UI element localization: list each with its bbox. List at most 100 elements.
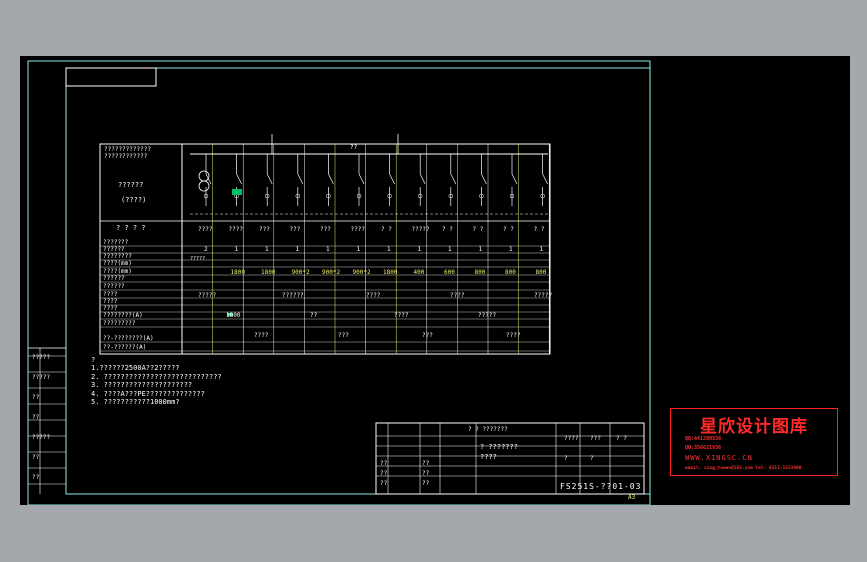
column-code: ? ? bbox=[442, 226, 453, 233]
column-dimension: 600 bbox=[444, 269, 455, 276]
table-cell: ????? bbox=[534, 292, 553, 299]
column-code: ??? bbox=[289, 226, 301, 233]
column-quantity: 1 bbox=[417, 246, 422, 253]
switch-symbol bbox=[481, 173, 487, 185]
bus-label: ?? bbox=[350, 144, 358, 151]
note-line: 1.??????2500A??2????? bbox=[91, 364, 180, 373]
table-cell: ????? bbox=[478, 312, 497, 319]
margin-label: ????? bbox=[32, 434, 51, 441]
table-cell: ???? bbox=[394, 312, 409, 319]
panel-header-line2: ???????????? bbox=[104, 153, 148, 160]
table-row-label: ????(mm) bbox=[103, 260, 132, 267]
design-notes: ? 1.??????2500A??2????? 2. ?????????????… bbox=[91, 356, 222, 406]
table-row-label: ?????? bbox=[103, 246, 125, 253]
panel-name2: (????) bbox=[121, 196, 147, 204]
title-block-field: ? bbox=[590, 455, 594, 462]
column-dimension: 1800 bbox=[261, 269, 276, 276]
switch-symbol bbox=[511, 173, 518, 185]
table-row-label: ?????? bbox=[103, 275, 125, 282]
title-block-field: ? ? bbox=[616, 435, 627, 442]
stamp-email: email: xing_tuwen@163.com tel: 0311-1523… bbox=[685, 466, 802, 471]
column-dimension: 800 bbox=[474, 269, 486, 276]
switch-symbol bbox=[297, 173, 304, 185]
switch-symbol bbox=[236, 173, 242, 185]
column-dimension: 900*2 bbox=[291, 269, 310, 276]
table-cell: ?? bbox=[310, 312, 318, 319]
column-quantity: 1 bbox=[265, 246, 269, 253]
column-quantity: 1 bbox=[387, 246, 391, 253]
note-line: 4. ????A???PE?????????????? bbox=[91, 389, 205, 398]
title-block-role: ?? bbox=[380, 470, 388, 477]
margin-label: ????? bbox=[32, 374, 51, 381]
panel-header-line1: ????????????? bbox=[104, 146, 151, 153]
table-cell: ??? bbox=[338, 332, 349, 339]
stamp-qq1: QQ:441200336 bbox=[685, 436, 722, 442]
column-code: ????? bbox=[411, 226, 430, 233]
column-quantity: 1 bbox=[234, 246, 239, 253]
title-block-sub2: ???? bbox=[480, 453, 497, 461]
table-row-label: ????????(A) bbox=[103, 312, 143, 319]
title-block-field: ? bbox=[564, 455, 568, 462]
note-line: 3. ????????????????????? bbox=[91, 381, 193, 390]
margin-label: ?? bbox=[32, 454, 40, 461]
stamp-qq2: QQ:356621936 bbox=[685, 445, 722, 451]
column-quantity: 1 bbox=[509, 246, 513, 253]
table-cell: 1800 bbox=[226, 312, 241, 319]
column-code: ??? bbox=[320, 226, 331, 233]
column-dimension: 400 bbox=[413, 269, 425, 276]
margin-label: ?? bbox=[32, 414, 40, 421]
column-dimension: 1800 bbox=[230, 269, 245, 276]
column-dimension: 900*2 bbox=[322, 269, 341, 276]
title-block-role: ?? bbox=[422, 480, 430, 487]
margin-label: ????? bbox=[32, 354, 51, 361]
drawing-number: FS251S-??01-03 bbox=[560, 482, 642, 491]
column-code: ? ? bbox=[472, 226, 484, 233]
switch-symbol bbox=[419, 173, 426, 185]
table-row-label: ???? bbox=[103, 291, 118, 298]
note-line: 5. ???????????1000mm? bbox=[91, 398, 180, 407]
column-code: ???? bbox=[228, 226, 243, 233]
switch-symbol bbox=[542, 173, 548, 185]
table-row-label: ??-??????(A) bbox=[103, 344, 147, 351]
highlight-mark bbox=[232, 189, 242, 195]
switch-symbol bbox=[450, 173, 457, 185]
table-cell: ?????? bbox=[282, 292, 304, 299]
column-code: ???? bbox=[198, 226, 213, 233]
column-quantity: 1 bbox=[326, 246, 330, 253]
table-cell: ???? bbox=[506, 332, 521, 339]
switch-symbol bbox=[328, 173, 334, 185]
table-row-label: ????????? bbox=[103, 320, 136, 327]
column-quantity: 1 bbox=[295, 246, 300, 253]
panel-name1: ?????? bbox=[118, 181, 144, 189]
table-row-label: ??????? bbox=[103, 239, 129, 246]
stamp-title: 星欣设计图库 bbox=[700, 417, 808, 437]
title-block-role: ?? bbox=[380, 480, 388, 487]
column-code: ? ? bbox=[381, 226, 392, 233]
table-row-label: ??-????????(A) bbox=[103, 335, 154, 342]
column-code: ? ? bbox=[533, 226, 545, 233]
panel-marks: ? ? ? ? bbox=[116, 224, 146, 232]
sheet-size: A3 bbox=[628, 494, 636, 501]
note-line: 2. ???????????????????????????? bbox=[91, 372, 222, 381]
title-block-sub1: ? ??????? bbox=[480, 443, 518, 451]
column-dimension: 800 bbox=[535, 269, 547, 276]
table-row-label: ????(mm) bbox=[103, 268, 132, 275]
table-row-label: ???? bbox=[103, 298, 118, 305]
column-quantity: 2 bbox=[204, 246, 208, 253]
column-code: ???? bbox=[350, 226, 365, 233]
table-cell: ???? bbox=[450, 292, 465, 299]
cad-drawing-canvas[interactable]: ????????????? ???????????? ?????? (????)… bbox=[20, 56, 850, 505]
title-block-role: ?? bbox=[422, 470, 430, 477]
margin-label: ?? bbox=[32, 394, 40, 401]
table-row-label: ???????? bbox=[103, 253, 132, 260]
watermark-stamp: 星欣设计图库 QQ:441200336 QQ:356621936 WWW.XIN… bbox=[670, 408, 838, 476]
margin-label: ?? bbox=[32, 474, 40, 481]
transformer-symbol bbox=[198, 170, 210, 182]
transformer-symbol bbox=[198, 180, 210, 192]
title-block-role: ?? bbox=[422, 460, 430, 467]
table-row-label: ?????? bbox=[103, 283, 125, 290]
switch-symbol bbox=[358, 173, 365, 185]
column-quantity: 1 bbox=[356, 246, 361, 253]
column-code: ??? bbox=[259, 226, 270, 233]
column-code: ? ? bbox=[503, 226, 514, 233]
